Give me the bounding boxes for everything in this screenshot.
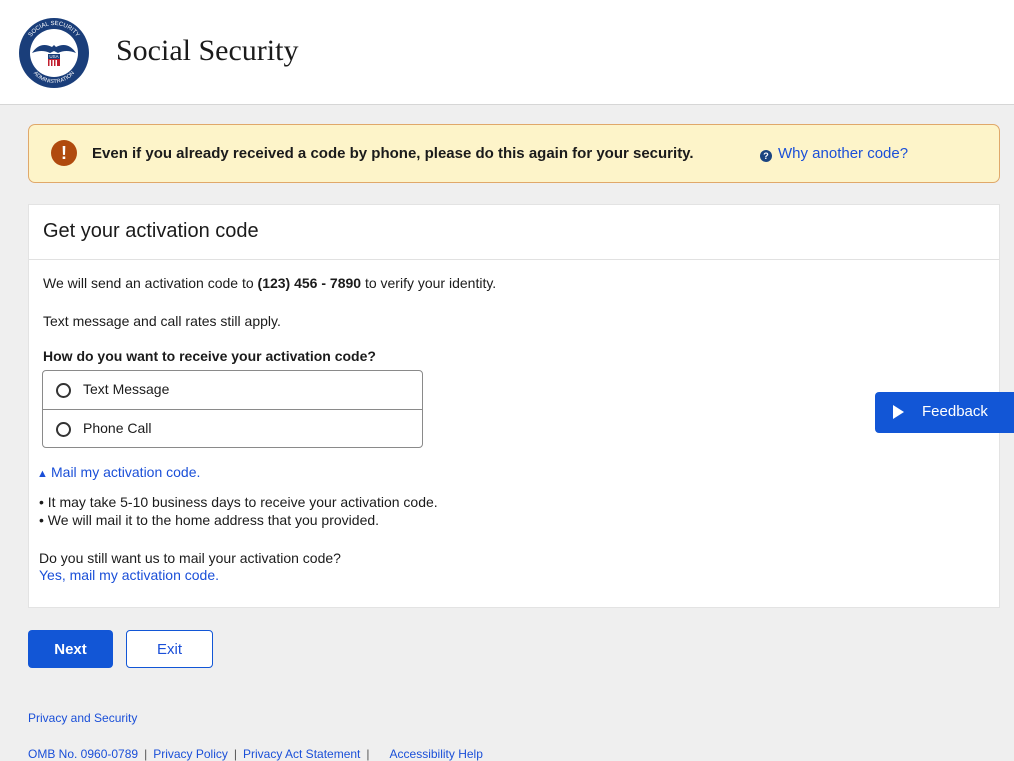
- card-title: Get your activation code: [43, 220, 259, 242]
- privacy-security-link[interactable]: Privacy and Security: [28, 711, 137, 725]
- phone-number: (123) 456 - 7890: [257, 275, 362, 291]
- radio-label[interactable]: Text Message: [83, 381, 169, 397]
- next-button[interactable]: Next: [28, 630, 113, 668]
- privacy-policy-link[interactable]: Privacy Policy: [153, 747, 228, 761]
- footer-separator: |: [233, 747, 237, 761]
- exit-button[interactable]: Exit: [126, 630, 213, 668]
- site-header: USA SOCIAL SECURITY ADMINISTRATION Socia…: [0, 0, 1014, 105]
- security-alert: ! Even if you already received a code by…: [28, 124, 1000, 183]
- alert-message: Even if you already received a code by p…: [92, 145, 694, 162]
- radio-label[interactable]: Phone Call: [83, 420, 152, 436]
- footer-separator: |: [366, 747, 370, 761]
- exclamation-icon: !: [51, 140, 77, 166]
- radio-option-phone-call[interactable]: Phone Call: [43, 410, 422, 448]
- send-suffix: to verify your identity.: [361, 275, 497, 291]
- site-brand-title: Social Security: [116, 34, 299, 67]
- mail-code-toggle[interactable]: ▲ Mail my activation code.: [37, 464, 200, 480]
- play-icon: [893, 405, 904, 419]
- delivery-method-radio-group: Text Message Phone Call: [42, 370, 423, 448]
- delivery-question: How do you want to receive your activati…: [43, 348, 376, 364]
- svg-text:USA: USA: [49, 54, 58, 59]
- rates-text: Text message and call rates still apply.: [43, 313, 281, 329]
- radio-circle-icon[interactable]: [56, 422, 71, 437]
- omb-number: OMB No. 0960-0789: [28, 747, 139, 761]
- why-another-code-link[interactable]: Why another code?: [778, 145, 908, 162]
- feedback-tab-button[interactable]: Feedback: [875, 392, 1014, 433]
- mail-bullet: • It may take 5-10 business days to rece…: [39, 494, 438, 510]
- chevron-up-icon[interactable]: ▲: [37, 468, 51, 480]
- privacy-act-link[interactable]: Privacy Act Statement: [243, 747, 360, 761]
- question-circle-icon[interactable]: ?: [760, 150, 772, 162]
- mail-question: Do you still want us to mail your activa…: [39, 550, 341, 566]
- radio-option-text-message[interactable]: Text Message: [43, 371, 422, 410]
- mail-bullet: • We will mail it to the home address th…: [39, 512, 380, 528]
- send-code-text: We will send an activation code to (123)…: [43, 275, 496, 291]
- activation-code-card: Get your activation code We will send an…: [28, 204, 1000, 608]
- accessibility-help-link[interactable]: Accessibility Help: [390, 747, 483, 761]
- send-prefix: We will send an activation code to: [43, 275, 258, 291]
- footer-links: OMB No. 0960-0789 | Privacy Policy | Privacy…: [28, 747, 483, 761]
- mail-toggle-label[interactable]: Mail my activation code.: [51, 464, 200, 480]
- card-divider: [29, 259, 999, 260]
- footer-separator: |: [144, 747, 148, 761]
- radio-circle-icon[interactable]: [56, 383, 71, 398]
- feedback-label[interactable]: Feedback: [922, 403, 988, 420]
- mail-code-confirm-link[interactable]: Yes, mail my activation code.: [39, 567, 219, 583]
- ssa-seal-logo: USA SOCIAL SECURITY ADMINISTRATION: [19, 18, 89, 88]
